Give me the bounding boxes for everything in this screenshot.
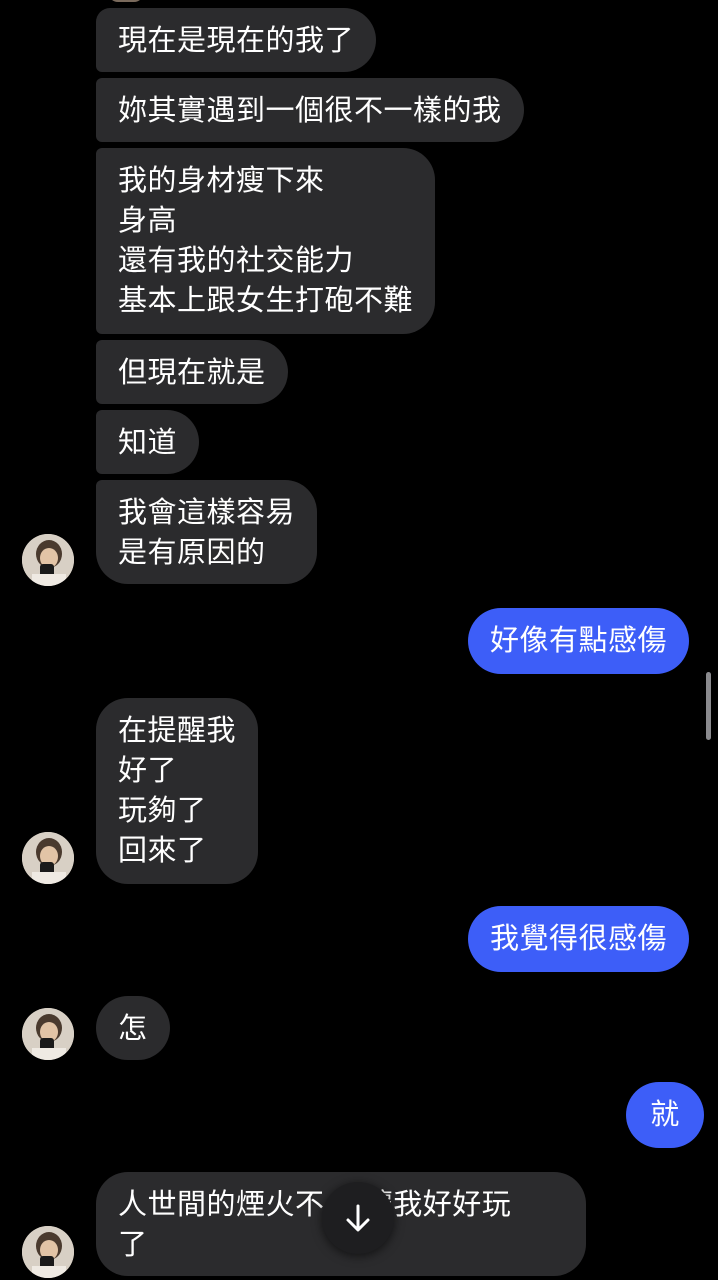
avatar-photo-icon bbox=[22, 534, 74, 586]
message-bubble-received[interactable]: 我的身材瘦下來 身高 還有我的社交能力 基本上跟女生打砲不難 bbox=[96, 148, 436, 334]
message-bubble-received[interactable]: 現在是現在的我了 bbox=[96, 8, 377, 72]
contact-avatar[interactable] bbox=[22, 1226, 74, 1278]
message-bubble-sent[interactable]: 好像有點感傷 bbox=[468, 608, 690, 674]
message-bubble-received[interactable]: 在提醒我 好了 玩夠了 回來了 bbox=[96, 698, 259, 884]
message-bubble-received[interactable]: 但現在就是 bbox=[96, 340, 288, 404]
message-bubble-received[interactable]: 妳其實遇到一個很不一樣的我 bbox=[96, 78, 524, 142]
avatar-partial bbox=[108, 0, 144, 2]
message-bubble-received[interactable]: 知道 bbox=[96, 410, 200, 474]
contact-avatar[interactable] bbox=[22, 1008, 74, 1060]
avatar-photo-icon bbox=[22, 1008, 74, 1060]
scrollbar[interactable] bbox=[706, 672, 711, 740]
message-bubble-sent[interactable]: 就 bbox=[626, 1082, 704, 1148]
message-bubble-sent[interactable]: 我覺得很感傷 bbox=[468, 906, 690, 972]
contact-avatar[interactable] bbox=[22, 534, 74, 586]
message-bubble-received[interactable]: 我會這樣容易 是有原因的 bbox=[96, 480, 318, 584]
contact-avatar[interactable] bbox=[22, 832, 74, 884]
avatar-photo-icon bbox=[22, 832, 74, 884]
scroll-to-bottom-button[interactable] bbox=[322, 1182, 394, 1254]
avatar-photo-icon bbox=[22, 1226, 74, 1278]
message-bubble-received[interactable]: 怎 bbox=[96, 996, 170, 1060]
arrow-down-icon bbox=[346, 1204, 370, 1232]
